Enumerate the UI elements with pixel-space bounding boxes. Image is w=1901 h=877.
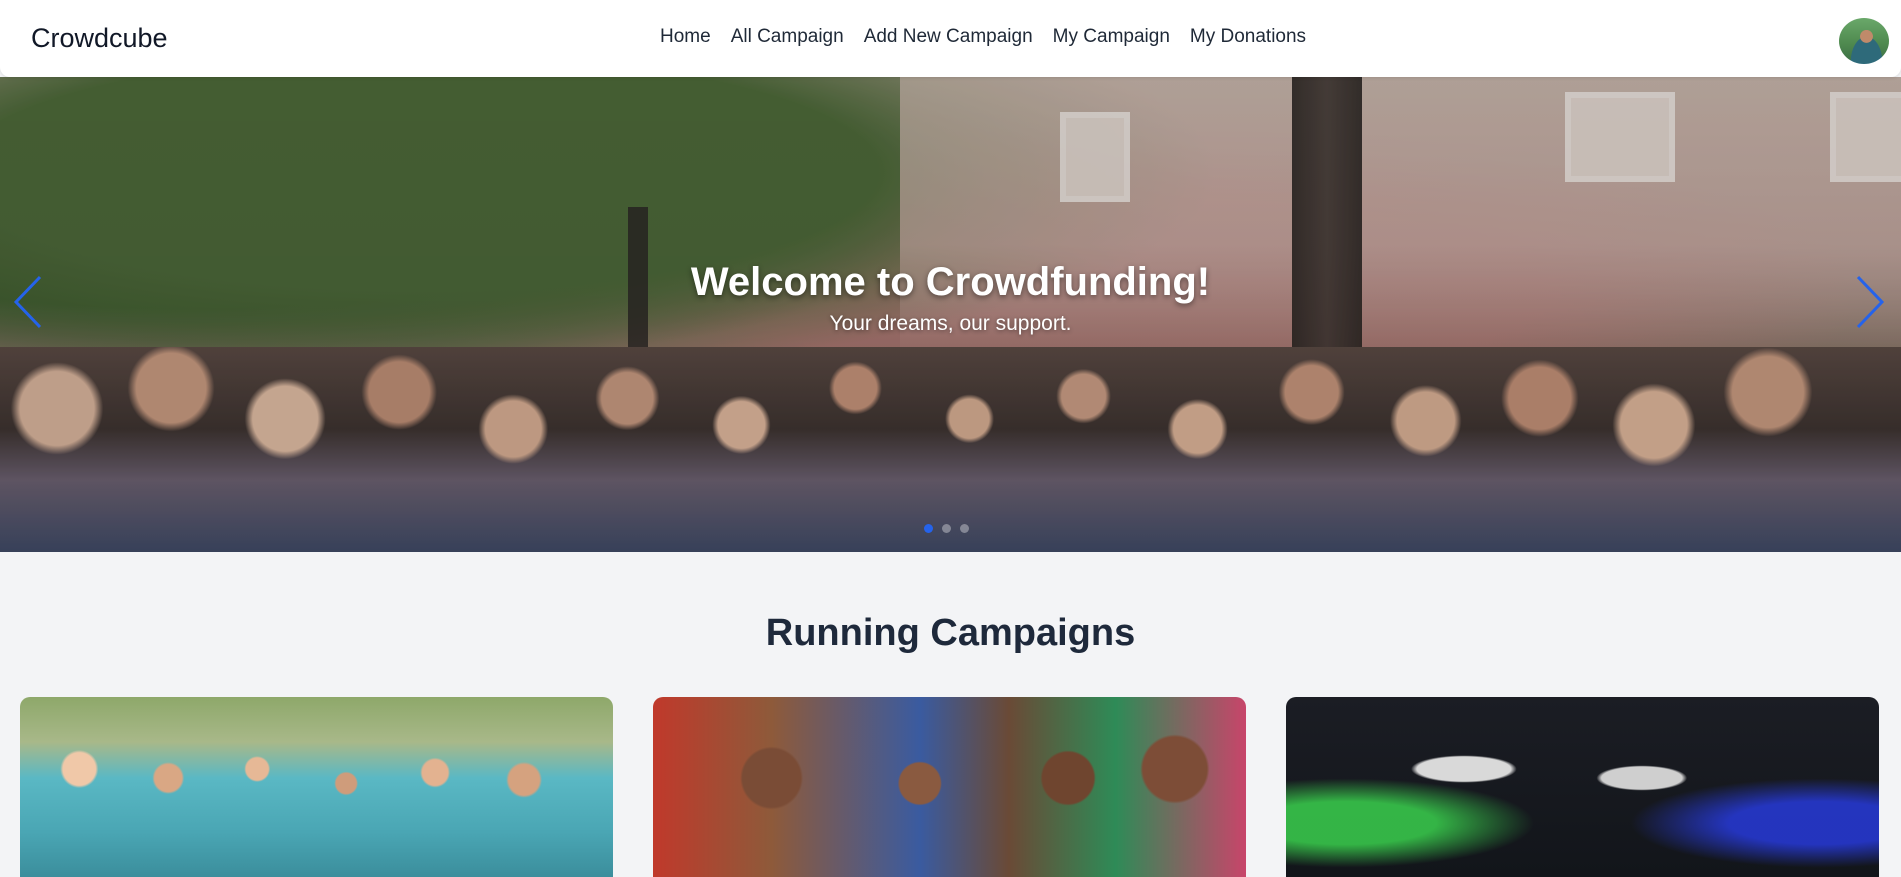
nav-link-my-donations[interactable]: My Donations bbox=[1180, 26, 1316, 48]
campaign-card[interactable] bbox=[1286, 697, 1879, 877]
nav-link-my-campaign[interactable]: My Campaign bbox=[1043, 26, 1180, 48]
nav-link-all-campaign[interactable]: All Campaign bbox=[721, 26, 854, 48]
main-nav: Home All Campaign Add New Campaign My Ca… bbox=[650, 26, 1316, 48]
carousel-pagination bbox=[924, 524, 969, 533]
carousel-prev-button[interactable] bbox=[10, 272, 50, 332]
campaign-card[interactable] bbox=[653, 697, 1246, 877]
user-avatar[interactable] bbox=[1839, 18, 1889, 64]
section-title-running-campaigns: Running Campaigns bbox=[765, 612, 1136, 654]
carousel-dot[interactable] bbox=[960, 524, 969, 533]
nav-link-home[interactable]: Home bbox=[650, 26, 721, 48]
chevron-right-icon bbox=[1856, 275, 1885, 329]
hero-title: Welcome to Crowdfunding! bbox=[690, 260, 1211, 304]
campaign-card-image bbox=[20, 697, 613, 877]
hero-subtitle: Your dreams, our support. bbox=[829, 312, 1072, 335]
campaign-card-image bbox=[653, 697, 1246, 877]
campaign-card-image bbox=[1286, 697, 1879, 877]
navbar: Crowdcube Home All Campaign Add New Camp… bbox=[0, 0, 1901, 77]
chevron-left-icon bbox=[13, 275, 42, 329]
carousel-next-button[interactable] bbox=[1848, 272, 1888, 332]
hero-carousel: Welcome to Crowdfunding! Your dreams, ou… bbox=[0, 77, 1901, 552]
brand-logo[interactable]: Crowdcube bbox=[31, 23, 168, 54]
campaign-card[interactable] bbox=[20, 697, 613, 877]
nav-link-add-new-campaign[interactable]: Add New Campaign bbox=[854, 26, 1043, 48]
carousel-dot[interactable] bbox=[924, 524, 933, 533]
carousel-dot[interactable] bbox=[942, 524, 951, 533]
campaign-card-list bbox=[20, 697, 1879, 877]
